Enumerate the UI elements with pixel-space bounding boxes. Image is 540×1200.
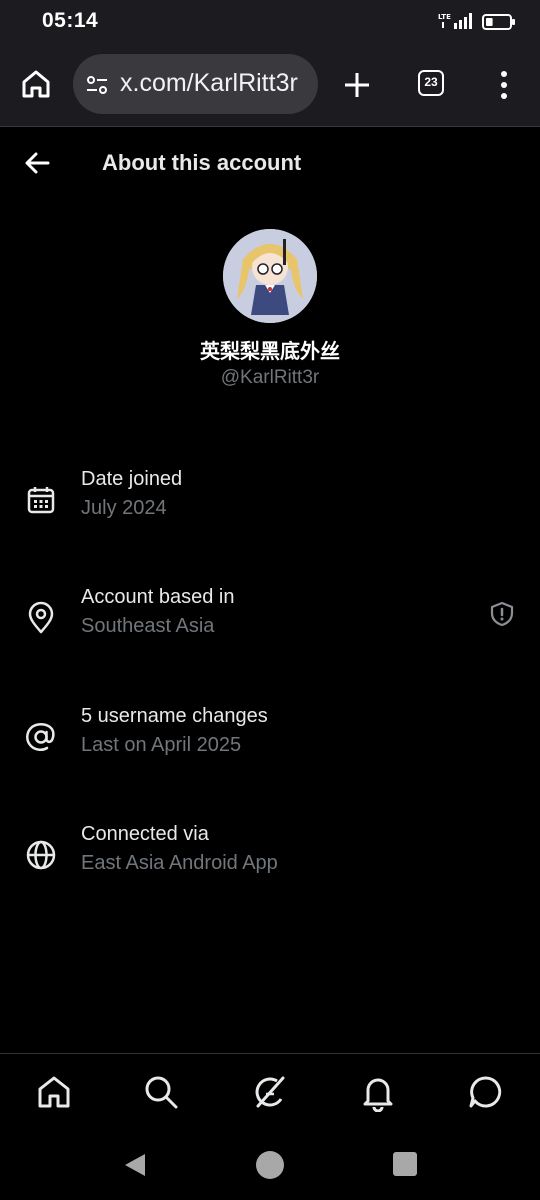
info-title: Connected via (81, 823, 209, 845)
network-label: LTE (438, 13, 451, 21)
system-home-icon[interactable] (256, 1151, 284, 1179)
system-nav-bar (0, 1131, 540, 1200)
messages-icon[interactable] (466, 1072, 506, 1112)
status-time: 05:14 (42, 9, 99, 32)
avatar-image (223, 229, 317, 323)
signal-icon: LTE (438, 13, 472, 29)
globe-icon (26, 840, 56, 870)
battery-icon (482, 14, 515, 30)
info-title: 5 username changes (81, 705, 268, 727)
info-value: July 2024 (81, 497, 167, 519)
display-name: 英梨梨黑底外丝 (200, 339, 340, 363)
info-row-date-joined: Date joined July 2024 (0, 468, 540, 538)
notifications-icon[interactable] (358, 1072, 398, 1112)
info-title: Account based in (81, 586, 235, 608)
tabs-icon[interactable]: 23 (418, 70, 444, 96)
system-recents-icon[interactable] (393, 1152, 417, 1176)
info-row-account-based-in: Account based in Southeast Asia (0, 586, 540, 656)
info-value: Southeast Asia (81, 615, 215, 637)
plus-icon[interactable] (341, 69, 373, 101)
system-back-icon[interactable] (121, 1151, 149, 1179)
info-row-connected-via: Connected via East Asia Android App (0, 823, 540, 893)
grok-icon[interactable] (250, 1072, 290, 1112)
tune-icon[interactable] (85, 73, 109, 97)
info-value: Last on April 2025 (81, 734, 242, 756)
calendar-icon (27, 487, 55, 514)
username-handle: @KarlRitt3r (220, 367, 320, 388)
arrow-left-icon[interactable] (20, 145, 56, 181)
at-sign-icon (26, 723, 55, 751)
url-text[interactable]: x.com/KarlRitt3r (120, 69, 298, 98)
bottom-nav (0, 1053, 540, 1132)
battery-level (486, 18, 493, 26)
home-icon[interactable] (18, 66, 54, 102)
shield-alert-icon[interactable] (488, 600, 516, 628)
search-icon[interactable] (141, 1072, 181, 1112)
info-value: East Asia Android App (81, 852, 278, 874)
info-title: Date joined (81, 468, 183, 490)
more-vert-icon[interactable] (494, 69, 514, 101)
location-pin-icon (28, 601, 54, 634)
address-bar[interactable]: x.com/KarlRitt3r (73, 54, 318, 114)
status-bar: 05:14 LTE (0, 0, 540, 44)
home-icon[interactable] (34, 1072, 74, 1112)
screen: 05:14 LTE x.com/KarlRitt3r 23 About this… (0, 0, 540, 1200)
avatar[interactable] (223, 229, 317, 323)
info-row-username-changes: 5 username changes Last on April 2025 (0, 705, 540, 775)
browser-toolbar: x.com/KarlRitt3r 23 (0, 44, 540, 127)
page-title: About this account (102, 150, 302, 175)
